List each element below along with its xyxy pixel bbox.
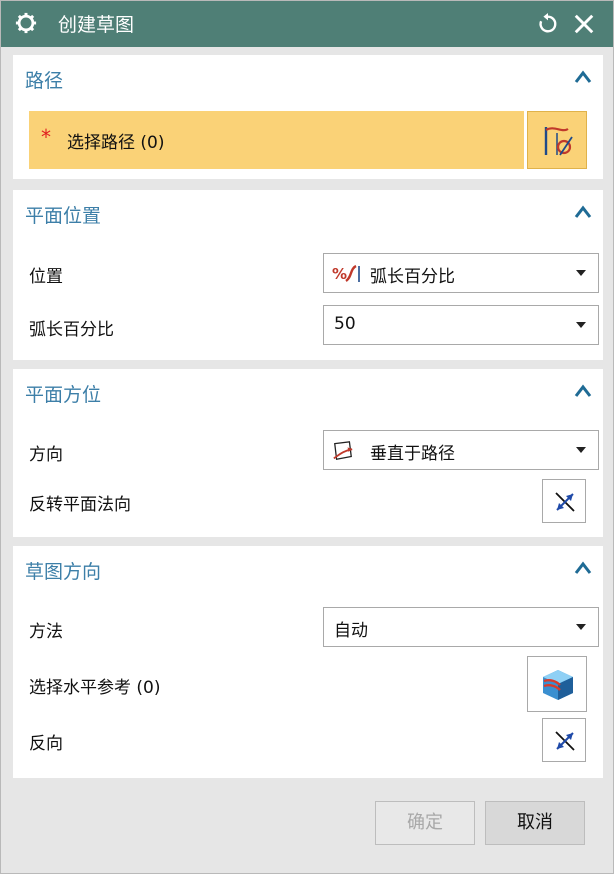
chevron-down-icon: [576, 270, 586, 276]
reverse-direction-icon: [555, 492, 575, 512]
sketch-orientation-group: 草图方向 方法 自动 选择水平参考 (0) 反向: [13, 546, 603, 778]
path-group-title: 路径: [25, 70, 64, 92]
chevron-down-icon: [576, 322, 586, 328]
close-icon[interactable]: [573, 13, 595, 35]
title-bar: 创建草图: [1, 1, 613, 47]
collapse-chevron-icon[interactable]: [573, 383, 593, 399]
path-group: 路径 * 选择路径 (0): [13, 55, 603, 179]
plane-orientation-title: 平面方位: [25, 384, 102, 406]
direction-dropdown[interactable]: 垂直于路径: [323, 430, 599, 470]
select-horizontal-ref-button[interactable]: [527, 656, 587, 712]
chevron-down-icon: [576, 447, 586, 453]
required-marker: *: [41, 125, 51, 149]
method-dropdown[interactable]: 自动: [323, 607, 599, 647]
select-path-row[interactable]: * 选择路径 (0): [29, 111, 524, 169]
collapse-chevron-icon[interactable]: [573, 69, 593, 85]
collapse-chevron-icon[interactable]: [573, 560, 593, 576]
arc-percent-value: 50: [334, 314, 356, 334]
dialog-title: 创建草图: [58, 14, 135, 36]
arc-percent-icon: %: [332, 264, 360, 283]
plane-orientation-group: 平面方位 方向 垂直于路径 反转平面法向: [13, 369, 603, 537]
normal-to-path-icon: [333, 441, 353, 461]
horizontal-ref-label: 选择水平参考 (0): [29, 678, 161, 698]
location-dropdown[interactable]: % 弧长百分比: [323, 253, 599, 293]
arc-percent-label: 弧长百分比: [29, 320, 114, 340]
reverse-label: 反向: [29, 734, 63, 754]
direction-label: 方向: [29, 445, 63, 465]
reverse-button[interactable]: [542, 718, 586, 762]
direction-value: 垂直于路径: [370, 444, 455, 464]
create-sketch-dialog: 创建草图 路径 * 选择路径 (0) 平面位置 位置 % 弧长百分比 弧长百分比…: [0, 0, 614, 874]
method-value: 自动: [334, 621, 368, 641]
method-label: 方法: [29, 622, 63, 642]
location-label: 位置: [29, 267, 63, 287]
curve-select-icon: [544, 127, 573, 156]
arc-percent-input[interactable]: 50: [323, 305, 599, 345]
reverse-normal-label: 反转平面法向: [29, 495, 131, 515]
reverse-normal-button[interactable]: [542, 479, 586, 523]
gear-icon[interactable]: [15, 12, 37, 34]
plane-location-group: 平面位置 位置 % 弧长百分比 弧长百分比 50: [13, 190, 603, 360]
svg-text:%: %: [332, 265, 347, 283]
reverse-direction-icon: [555, 731, 575, 751]
solid-cube-icon: [543, 670, 573, 700]
sketch-orientation-title: 草图方向: [25, 561, 102, 583]
reset-icon[interactable]: [537, 13, 559, 35]
select-path-label: 选择路径 (0): [67, 133, 165, 153]
location-value: 弧长百分比: [370, 267, 455, 287]
select-curve-button[interactable]: [527, 111, 587, 169]
cancel-button[interactable]: 取消: [485, 801, 585, 845]
chevron-down-icon: [576, 624, 586, 630]
plane-location-title: 平面位置: [25, 205, 102, 227]
collapse-chevron-icon[interactable]: [573, 204, 593, 220]
ok-button[interactable]: 确定: [375, 801, 475, 845]
